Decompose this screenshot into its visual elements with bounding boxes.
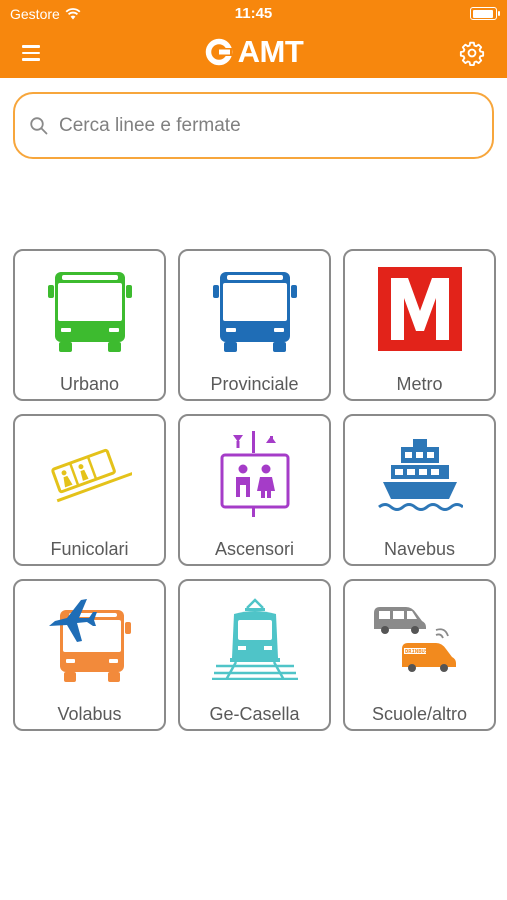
category-label: Funicolari	[50, 539, 129, 559]
amt-logo-icon	[205, 38, 232, 66]
category-tile-metro[interactable]: Metro	[343, 249, 496, 401]
category-label: Metro	[396, 374, 443, 394]
app-header: Gestore 11:45 AMT	[0, 0, 507, 78]
gear-icon	[459, 41, 485, 66]
category-tile-ascensori[interactable]: Ascensori	[178, 414, 331, 566]
status-bar: Gestore 11:45	[0, 0, 507, 26]
settings-button[interactable]	[459, 40, 485, 66]
amt-logo: AMT	[0, 34, 507, 70]
battery-icon	[470, 7, 500, 20]
category-tile-volabus[interactable]: Volabus	[13, 579, 166, 731]
van-badge: DRINBUS	[405, 649, 428, 655]
category-label: Scuole/altro	[371, 704, 468, 724]
category-label: Urbano	[59, 374, 120, 394]
ferry-icon	[377, 439, 463, 511]
bus-icon	[212, 272, 297, 352]
category-label: Ascensori	[214, 539, 295, 559]
category-label: Provinciale	[210, 374, 299, 394]
train-icon	[211, 598, 298, 680]
category-tile-scuole-altro[interactable]: DRINBUS Scuole/altro	[343, 579, 496, 731]
logo-text: AMT	[237, 34, 304, 69]
category-label: Navebus	[383, 539, 456, 559]
status-time: 11:45	[234, 5, 273, 22]
category-tile-navebus[interactable]: Navebus	[343, 414, 496, 566]
metro-icon	[377, 267, 462, 351]
category-label: Ge-Casella	[209, 704, 300, 724]
airport-bus-icon	[48, 599, 131, 682]
bus-icon	[47, 272, 132, 352]
van-icon: DRINBUS	[373, 607, 456, 672]
search-icon	[30, 116, 48, 134]
category-tile-ge-casella[interactable]: Ge-Casella	[178, 579, 331, 731]
funicular-icon	[50, 448, 132, 503]
nav-bar: AMT	[0, 26, 507, 78]
category-tile-urbano[interactable]: Urbano	[13, 249, 166, 401]
category-tile-provinciale[interactable]: Provinciale	[178, 249, 331, 401]
category-label: Volabus	[57, 704, 122, 724]
category-tile-funicolari[interactable]: Funicolari	[13, 414, 166, 566]
search-box[interactable]	[13, 92, 494, 159]
elevator-icon	[220, 431, 289, 517]
category-grid: Urbano Provinciale Metro Funicolari Asce…	[13, 249, 496, 731]
search-input[interactable]	[59, 114, 459, 137]
